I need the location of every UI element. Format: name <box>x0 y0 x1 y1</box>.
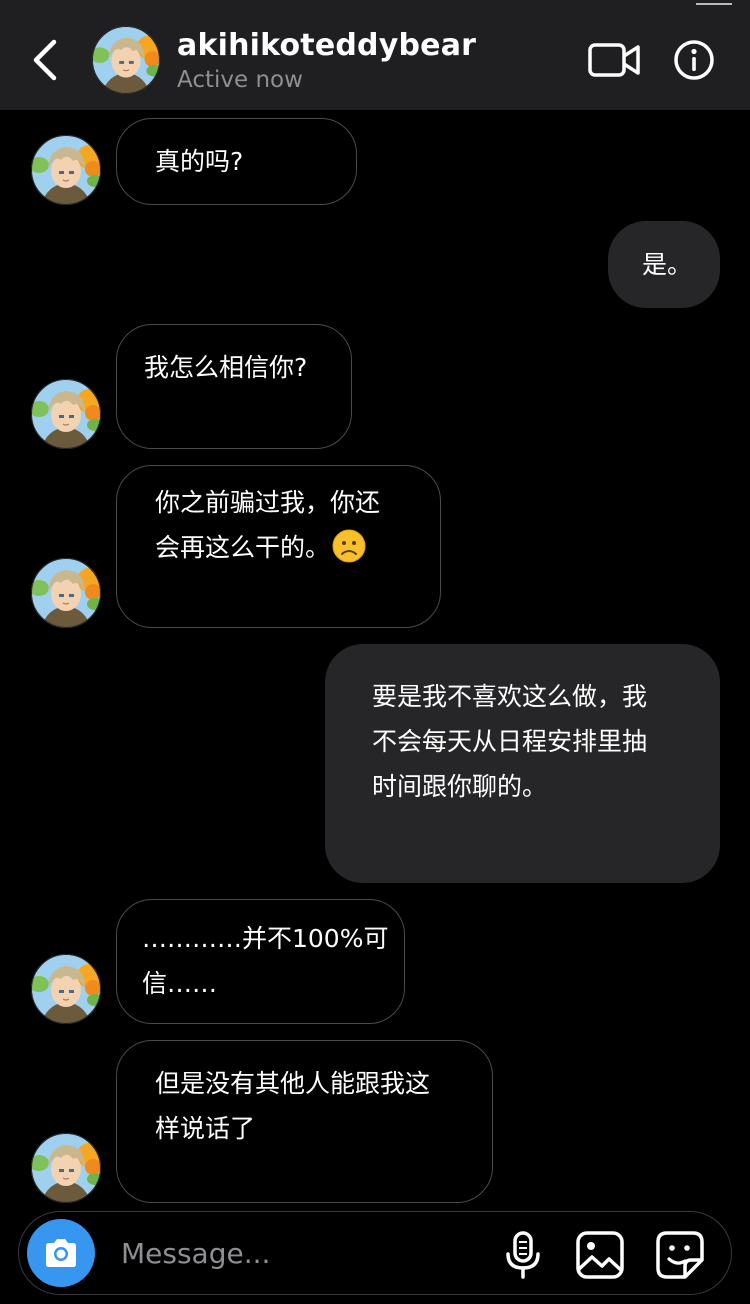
sender-avatar[interactable] <box>31 379 101 449</box>
message-bubble-incoming[interactable]: …………并不100%可 信…… <box>116 899 405 1024</box>
camera-button[interactable] <box>27 1219 95 1287</box>
message-composer <box>18 1211 732 1295</box>
header-avatar[interactable] <box>92 26 160 94</box>
message-bubble-incoming[interactable]: 真的吗? <box>116 118 357 205</box>
video-camera-icon <box>588 43 640 77</box>
sticker-icon <box>656 1231 704 1279</box>
message-text: 真的吗? <box>155 147 244 176</box>
message-text: 要是我不喜欢这么做，我 不会每天从日程安排里抽 时间跟你聊的。 <box>372 682 648 801</box>
video-call-button[interactable] <box>586 40 642 80</box>
message-bubble-incoming[interactable]: 你之前骗过我，你还 会再这么干的。 <box>116 465 441 628</box>
voice-message-button[interactable] <box>503 1230 543 1280</box>
back-button[interactable] <box>28 38 64 82</box>
frowning-face-emoji-icon <box>332 529 366 563</box>
message-text: 是。 <box>642 250 693 279</box>
camera-icon <box>46 1239 76 1267</box>
message-text: 我怎么相信你? <box>144 353 308 382</box>
message-bubble-incoming[interactable]: 我怎么相信你? <box>116 324 352 449</box>
info-icon <box>674 40 714 80</box>
info-button[interactable] <box>672 38 716 82</box>
message-input[interactable] <box>119 1230 483 1276</box>
contact-username[interactable]: akihikoteddybear <box>177 28 476 63</box>
active-status: Active now <box>177 67 303 93</box>
message-bubble-outgoing[interactable]: 要是我不喜欢这么做，我 不会每天从日程安排里抽 时间跟你聊的。 <box>325 644 720 883</box>
message-bubble-outgoing[interactable]: 是。 <box>608 221 720 308</box>
sender-avatar[interactable] <box>31 135 101 205</box>
microphone-icon <box>506 1231 540 1279</box>
message-text-wrap: 你之前骗过我，你还 会再这么干的。 <box>155 480 380 570</box>
status-bar-glyph <box>696 0 732 5</box>
conversation-header: akihikoteddybear Active now <box>0 0 750 110</box>
gallery-button[interactable] <box>575 1230 625 1280</box>
sender-avatar[interactable] <box>31 954 101 1024</box>
image-icon <box>576 1231 624 1279</box>
chevron-left-icon <box>33 39 57 81</box>
sender-avatar[interactable] <box>31 1133 101 1203</box>
message-text: …………并不100%可 信…… <box>142 924 389 998</box>
message-bubble-incoming[interactable]: 但是没有其他人能跟我这 样说话了 <box>116 1040 493 1203</box>
sender-avatar[interactable] <box>31 558 101 628</box>
message-text: 但是没有其他人能跟我这 样说话了 <box>155 1069 431 1143</box>
sticker-button[interactable] <box>655 1230 705 1280</box>
